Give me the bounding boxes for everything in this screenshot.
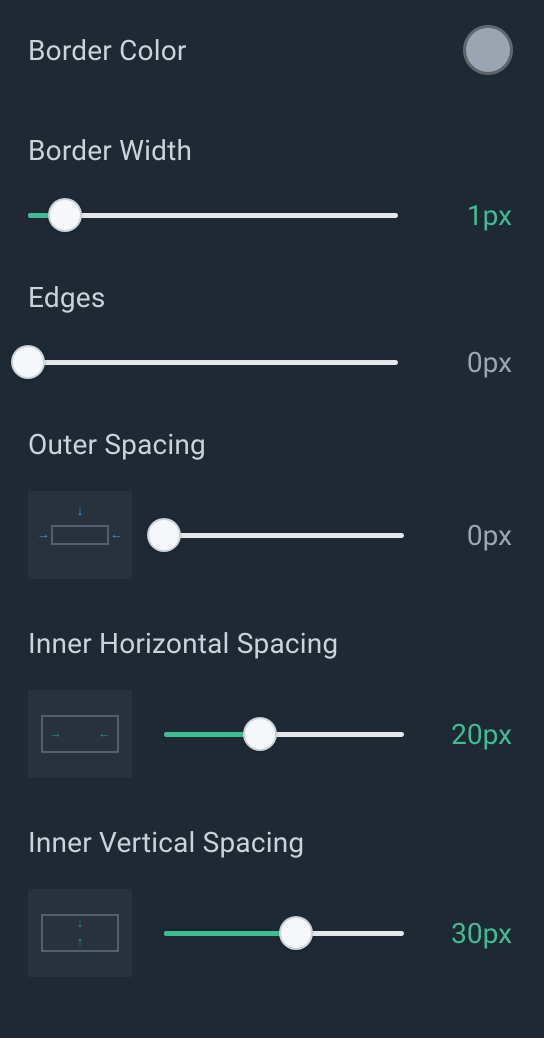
outer-spacing-control: ↓ → ← 0px (28, 491, 516, 579)
slider-track (164, 533, 404, 538)
style-panel: Border Color Border Width 1px Edges (0, 0, 544, 1005)
edges-value: 0px (430, 346, 516, 379)
arrow-left-icon: ← (98, 728, 111, 741)
inner-h-spacing-slider[interactable] (164, 716, 404, 752)
inner-h-spacing-row: Inner Horizontal Spacing → ← 20px (28, 627, 516, 778)
arrow-right-icon: → (49, 728, 62, 741)
inner-h-spacing-control: → ← 20px (28, 690, 516, 778)
border-width-row: Border Width 1px (28, 134, 516, 233)
arrow-down-icon: ↓ (77, 505, 84, 518)
outer-spacing-label: Outer Spacing (28, 428, 516, 461)
border-color-swatch[interactable] (466, 28, 510, 72)
edges-label: Edges (28, 281, 516, 314)
inner-v-spacing-value: 30px (436, 917, 516, 950)
border-width-control: 1px (28, 197, 516, 233)
slider-thumb[interactable] (13, 347, 43, 377)
inner-v-spacing-icon[interactable]: ↓ ↑ (28, 889, 132, 977)
edges-slider[interactable] (28, 344, 398, 380)
inner-h-spacing-label: Inner Horizontal Spacing (28, 627, 516, 660)
inner-h-spacing-icon[interactable]: → ← (28, 690, 132, 778)
inner-v-spacing-control: ↓ ↑ 30px (28, 889, 516, 977)
arrow-down-icon: ↓ (77, 917, 84, 930)
arrow-up-icon: ↑ (77, 936, 84, 949)
inner-v-spacing-label: Inner Vertical Spacing (28, 826, 516, 859)
border-width-slider[interactable] (28, 197, 398, 233)
edges-control: 0px (28, 344, 516, 380)
inner-v-spacing-slider[interactable] (164, 915, 404, 951)
slider-thumb[interactable] (281, 918, 311, 948)
edges-row: Edges 0px (28, 281, 516, 380)
arrow-left-icon: ← (110, 529, 123, 542)
border-color-label: Border Color (28, 34, 187, 67)
slider-fill (164, 931, 296, 936)
outer-spacing-icon[interactable]: ↓ → ← (28, 491, 132, 579)
border-color-row: Border Color (28, 28, 516, 72)
slider-thumb[interactable] (245, 719, 275, 749)
slider-thumb[interactable] (50, 200, 80, 230)
spacing-rect-icon (51, 525, 109, 545)
slider-track (28, 360, 398, 365)
arrow-right-icon: → (37, 529, 50, 542)
inner-v-spacing-row: Inner Vertical Spacing ↓ ↑ 30px (28, 826, 516, 977)
inner-h-spacing-value: 20px (436, 718, 516, 751)
slider-track (28, 213, 398, 218)
border-width-value: 1px (430, 199, 516, 232)
outer-spacing-value: 0px (436, 519, 516, 552)
outer-spacing-row: Outer Spacing ↓ → ← 0px (28, 428, 516, 579)
outer-spacing-slider[interactable] (164, 517, 404, 553)
border-width-label: Border Width (28, 134, 516, 167)
slider-thumb[interactable] (149, 520, 179, 550)
